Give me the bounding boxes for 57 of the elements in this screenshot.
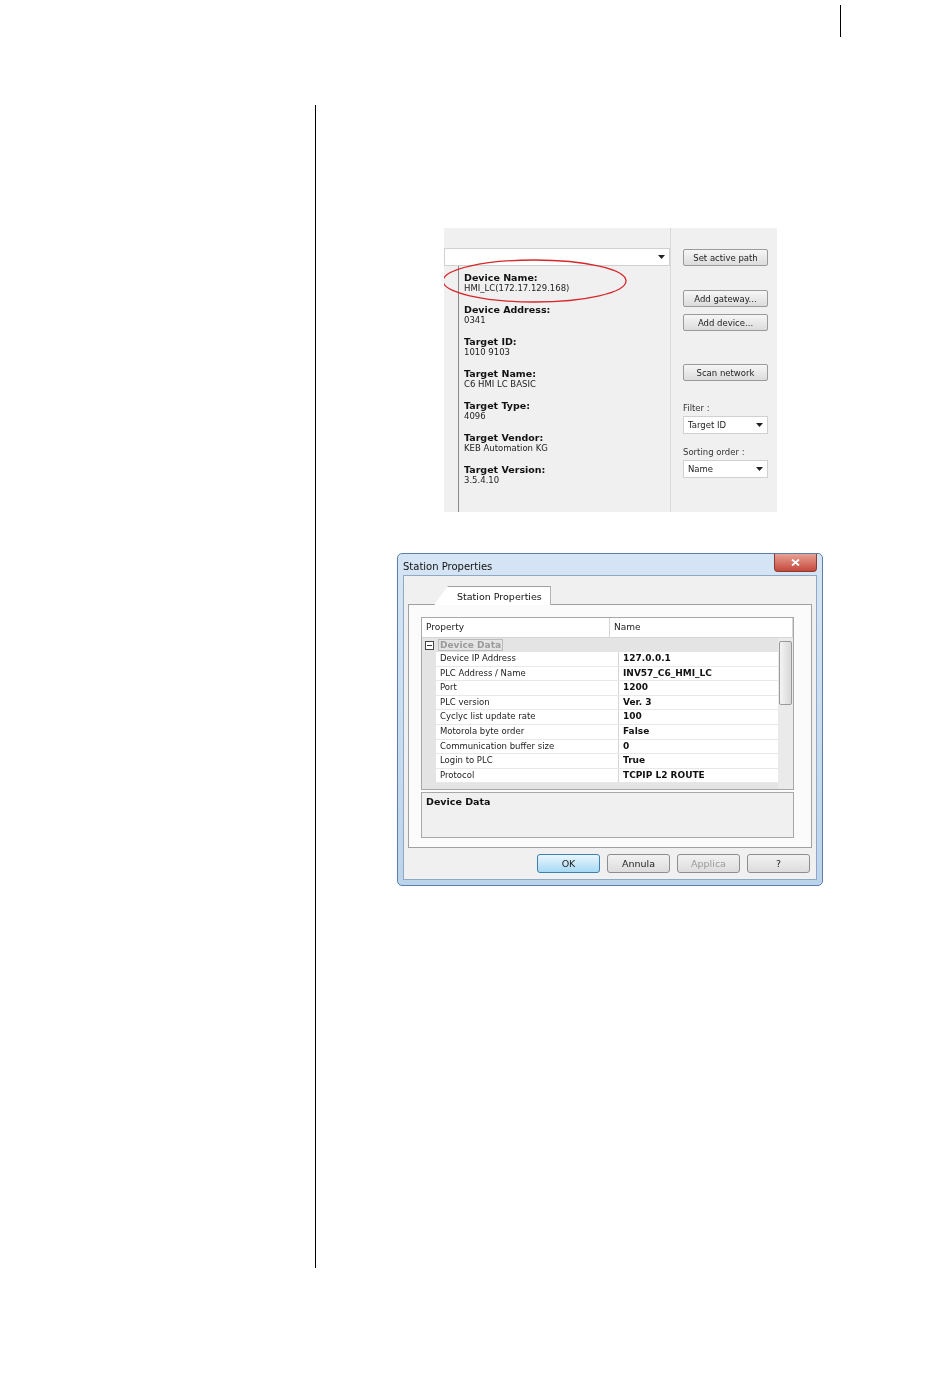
caret-icon xyxy=(756,423,763,427)
field-value: C6 HMI LC BASIC xyxy=(464,379,537,390)
dialog-button[interactable]: Annula xyxy=(607,854,670,873)
property-cell: PLC version xyxy=(436,695,619,710)
field-label: Target Type: xyxy=(464,400,532,411)
caret-icon xyxy=(756,467,763,471)
property-cell: Login to PLC xyxy=(436,754,619,768)
property-cell: PLC Address / Name xyxy=(436,666,619,681)
field-value: KEB Automation KG xyxy=(464,443,549,454)
description-text: Device Data xyxy=(421,792,794,838)
value-cell-text: 100 xyxy=(622,710,643,724)
value-cell-text: INV57_C6_HMI_LC xyxy=(622,666,713,680)
action-button[interactable]: Add gateway... xyxy=(683,290,768,307)
field-label: Target Vendor: xyxy=(464,432,544,443)
tab[interactable]: Station Properties xyxy=(434,586,551,605)
property-cell: Cyclyc list update rate xyxy=(436,710,619,724)
filter-label: Filter : xyxy=(683,403,711,413)
property-cell: Device IP Address xyxy=(436,652,619,666)
field-label: Target Version: xyxy=(464,464,547,475)
sorting-label: Sorting order : xyxy=(683,447,746,457)
property-cell: Port xyxy=(436,681,619,695)
value-cell-text: 127.0.0.1 xyxy=(622,652,672,665)
field-label: Device Address: xyxy=(464,304,552,315)
action-button[interactable]: Scan network xyxy=(683,364,768,381)
value-cell-text: 1200 xyxy=(622,681,650,695)
field-label: Target Name: xyxy=(464,368,537,379)
action-button[interactable]: Set active path xyxy=(683,249,768,266)
window-title: Station Properties xyxy=(403,561,493,572)
value-cell-text: False xyxy=(622,724,651,738)
field-label: Target ID: xyxy=(464,336,518,347)
field-value: 1010 9103 xyxy=(464,347,511,358)
value-cell-text: TCPIP L2 ROUTE xyxy=(622,768,706,782)
field-value: 4096 xyxy=(464,411,486,422)
dialog-button[interactable]: ? xyxy=(747,854,810,873)
value-cell-text: Ver. 3 xyxy=(622,695,653,709)
dialog-button[interactable]: OK xyxy=(537,854,600,873)
column-header[interactable]: Property xyxy=(422,618,610,637)
property-cell: Communication buffer size xyxy=(436,739,619,754)
close-button[interactable] xyxy=(774,554,817,572)
column-header[interactable]: Name xyxy=(610,618,793,637)
category-label: Device Data xyxy=(438,639,504,651)
path-dropdown[interactable] xyxy=(444,248,670,266)
collapse-icon[interactable] xyxy=(425,640,434,650)
property-cell: Protocol xyxy=(436,768,619,783)
property-cell: Motorola byte order xyxy=(436,724,619,739)
field-value: 3.5.4.10 xyxy=(464,475,501,486)
action-button[interactable]: Add device... xyxy=(683,314,768,331)
value-cell-text: 0 xyxy=(622,739,631,753)
caret-icon xyxy=(658,255,665,259)
value-cell-text: True xyxy=(622,754,647,768)
field-value: HMI_LC(172.17.129.168) xyxy=(464,283,570,294)
scrollbar[interactable] xyxy=(778,638,793,789)
sorting-dropdown[interactable]: Name xyxy=(683,460,768,478)
filter-dropdown[interactable]: Target ID xyxy=(683,416,768,434)
field-value: 0341 xyxy=(464,315,487,326)
field-label: Device Name: xyxy=(464,272,539,283)
close-icon xyxy=(791,559,800,566)
